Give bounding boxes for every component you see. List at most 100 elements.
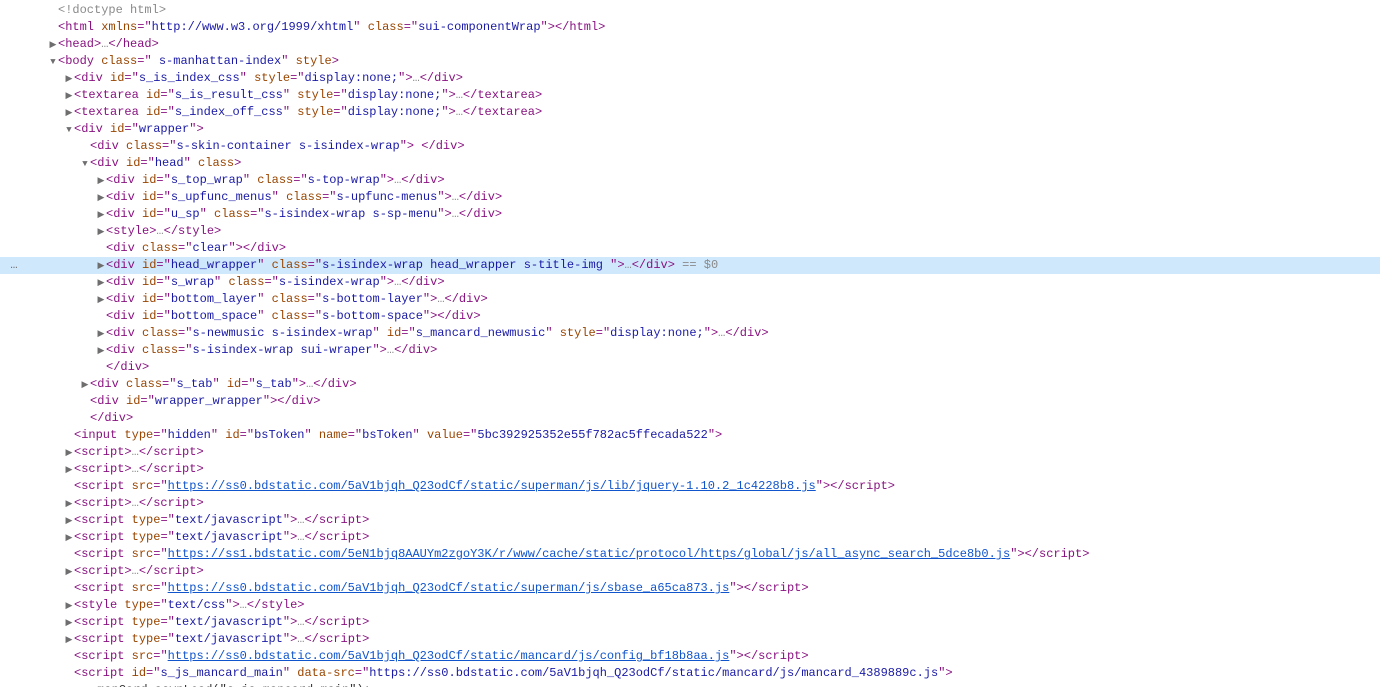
expand-arrow-icon: ▶ (48, 20, 58, 36)
dom-tree-row[interactable]: ▶<style type="text/css">…</style> (0, 597, 1380, 614)
node-content: <div id="s_top_wrap" class="s-top-wrap">… (106, 173, 445, 187)
node-content: <div class="clear"></div> (106, 241, 286, 255)
dom-tree-row[interactable]: … ▶<div id="head_wrapper" class="s-isinde… (0, 257, 1380, 274)
expand-arrow-icon: ▶ (80, 683, 90, 687)
expand-arrow-icon[interactable]: ▶ (80, 377, 90, 393)
node-content: <script>…</script> (74, 496, 204, 510)
dom-tree-row[interactable]: ▼<div id="head" class> (0, 155, 1380, 172)
expand-arrow-icon[interactable]: ▶ (64, 564, 74, 580)
dom-tree-row[interactable]: ▶<div class="s-newmusic s-isindex-wrap" … (0, 325, 1380, 342)
dom-tree-row[interactable]: ▶<div id="wrapper_wrapper"></div> (0, 393, 1380, 410)
dom-tree-row[interactable]: ▶</div> (0, 410, 1380, 427)
dom-tree-row[interactable]: ▶<script type="text/javascript">…</scrip… (0, 631, 1380, 648)
node-content: <div id="bottom_space" class="s-bottom-s… (106, 309, 481, 323)
node-content: <div id="s_upfunc_menus" class="s-upfunc… (106, 190, 502, 204)
expand-arrow-icon[interactable]: ▶ (96, 207, 106, 223)
expand-arrow-icon[interactable]: ▶ (48, 37, 58, 53)
node-content: <script>…</script> (74, 445, 204, 459)
expand-arrow-icon[interactable]: ▶ (96, 343, 106, 359)
dom-tree-row[interactable]: ▶<script>…</script> (0, 563, 1380, 580)
expand-arrow-icon[interactable]: ▶ (64, 496, 74, 512)
expand-arrow-icon: ▶ (64, 649, 74, 665)
dom-tree-row[interactable]: ▶<div class="clear"></div> (0, 240, 1380, 257)
dom-tree-row[interactable]: ▶<div id="s_is_index_css" style="display… (0, 70, 1380, 87)
dom-tree[interactable]: ▶<!doctype html>▶<html xmlns="http://www… (0, 0, 1380, 687)
node-content: <script type="text/javascript">…</script… (74, 615, 369, 629)
dom-tree-row[interactable]: ▶<html xmlns="http://www.w3.org/1999/xht… (0, 19, 1380, 36)
dom-tree-row[interactable]: ▶<div id="s_upfunc_menus" class="s-upfun… (0, 189, 1380, 206)
dom-tree-row[interactable]: ▶<textarea id="s_is_result_css" style="d… (0, 87, 1380, 104)
dom-tree-row[interactable]: ▶<script>…</script> (0, 444, 1380, 461)
node-content: <div class="s-isindex-wrap sui-wraper">…… (106, 343, 437, 357)
dom-tree-row[interactable]: ▶<script type="text/javascript">…</scrip… (0, 512, 1380, 529)
dom-tree-row[interactable]: ▶<script src="https://ss0.bdstatic.com/5… (0, 478, 1380, 495)
expand-arrow-icon[interactable]: ▶ (64, 530, 74, 546)
expand-arrow-icon[interactable]: ▶ (96, 292, 106, 308)
dom-tree-row[interactable]: ▶<input type="hidden" id="bsToken" name=… (0, 427, 1380, 444)
node-content: <script type="text/javascript">…</script… (74, 632, 369, 646)
expand-arrow-icon[interactable]: ▶ (64, 462, 74, 478)
expand-arrow-icon[interactable]: ▶ (64, 445, 74, 461)
node-content: <div class="s-newmusic s-isindex-wrap" i… (106, 326, 769, 340)
dom-tree-row[interactable]: ▶<script src="https://ss0.bdstatic.com/5… (0, 580, 1380, 597)
expand-arrow-icon[interactable]: ▶ (64, 615, 74, 631)
dom-tree-row[interactable]: ▶<div id="bottom_space" class="s-bottom-… (0, 308, 1380, 325)
gutter: … (0, 257, 28, 273)
node-content: <div id="s_wrap" class="s-isindex-wrap">… (106, 275, 445, 289)
node-content: <style type="text/css">…</style> (74, 598, 304, 612)
expand-arrow-icon[interactable]: ▶ (96, 258, 106, 274)
dom-tree-row[interactable]: ▶<div class="s-isindex-wrap sui-wraper">… (0, 342, 1380, 359)
dom-tree-row[interactable]: ▶<style>…</style> (0, 223, 1380, 240)
node-content: </div> (106, 360, 149, 374)
expand-arrow-icon[interactable]: ▶ (64, 71, 74, 87)
expand-arrow-icon: ▶ (64, 547, 74, 563)
script-src-link[interactable]: https://ss0.bdstatic.com/5aV1bjqh_Q23odC… (168, 581, 730, 595)
script-src-link[interactable]: https://ss1.bdstatic.com/5eN1bjq8AAUYm2z… (168, 547, 1011, 561)
expand-arrow-icon: ▶ (80, 394, 90, 410)
node-content: <script src="https://ss0.bdstatic.com/5a… (74, 479, 895, 493)
dom-tree-row[interactable]: ▶<head>…</head> (0, 36, 1380, 53)
node-content: <div id="head_wrapper" class="s-isindex-… (106, 258, 718, 272)
node-content: <script src="https://ss1.bdstatic.com/5e… (74, 547, 1089, 561)
expand-arrow-icon[interactable]: ▶ (96, 173, 106, 189)
expand-arrow-icon[interactable]: ▼ (80, 156, 90, 172)
dom-tree-row[interactable]: ▶<script>…</script> (0, 461, 1380, 478)
dom-tree-row[interactable]: ▶<script type="text/javascript">…</scrip… (0, 614, 1380, 631)
expand-arrow-icon[interactable]: ▶ (96, 326, 106, 342)
expand-arrow-icon[interactable]: ▶ (64, 105, 74, 121)
dom-tree-row[interactable]: ▶<div id="bottom_layer" class="s-bottom-… (0, 291, 1380, 308)
expand-arrow-icon: ▶ (64, 581, 74, 597)
expand-arrow-icon[interactable]: ▶ (64, 632, 74, 648)
script-src-link[interactable]: https://ss0.bdstatic.com/5aV1bjqh_Q23odC… (168, 479, 816, 493)
script-src-link[interactable]: https://ss0.bdstatic.com/5aV1bjqh_Q23odC… (168, 649, 730, 663)
expand-arrow-icon[interactable]: ▶ (96, 224, 106, 240)
expand-arrow-icon[interactable]: ▼ (64, 122, 74, 138)
expand-arrow-icon[interactable]: ▶ (64, 598, 74, 614)
dom-tree-row[interactable]: ▼<body class=" s-manhattan-index" style> (0, 53, 1380, 70)
expand-arrow-icon[interactable]: ▶ (64, 513, 74, 529)
dom-tree-row[interactable]: ▼<div id="wrapper"> (0, 121, 1380, 138)
expand-arrow-icon: ▶ (96, 360, 106, 376)
expand-arrow-icon[interactable]: ▼ (48, 54, 58, 70)
dom-tree-row[interactable]: ▶_manCard.asynLoad("s_js_mancard_main"); (0, 682, 1380, 687)
dom-tree-row[interactable]: ▶<div class="s_tab" id="s_tab">…</div> (0, 376, 1380, 393)
dom-tree-row[interactable]: ▶<script>…</script> (0, 495, 1380, 512)
expand-arrow-icon[interactable]: ▶ (64, 88, 74, 104)
node-content: <textarea id="s_is_result_css" style="di… (74, 88, 542, 102)
dom-tree-row[interactable]: ▶<!doctype html> (0, 2, 1380, 19)
node-content: <div id="head" class> (90, 156, 241, 170)
node-content: <div id="s_is_index_css" style="display:… (74, 71, 463, 85)
dom-tree-row[interactable]: ▶<script id="s_js_mancard_main" data-src… (0, 665, 1380, 682)
dom-tree-row[interactable]: ▶<script src="https://ss1.bdstatic.com/5… (0, 546, 1380, 563)
expand-arrow-icon: ▶ (96, 309, 106, 325)
expand-arrow-icon[interactable]: ▶ (96, 190, 106, 206)
expand-arrow-icon[interactable]: ▶ (96, 275, 106, 291)
dom-tree-row[interactable]: ▶</div> (0, 359, 1380, 376)
dom-tree-row[interactable]: ▶<div class="s-skin-container s-isindex-… (0, 138, 1380, 155)
dom-tree-row[interactable]: ▶<div id="s_top_wrap" class="s-top-wrap"… (0, 172, 1380, 189)
dom-tree-row[interactable]: ▶<div id="s_wrap" class="s-isindex-wrap"… (0, 274, 1380, 291)
dom-tree-row[interactable]: ▶<script src="https://ss0.bdstatic.com/5… (0, 648, 1380, 665)
dom-tree-row[interactable]: ▶<textarea id="s_index_off_css" style="d… (0, 104, 1380, 121)
dom-tree-row[interactable]: ▶<script type="text/javascript">…</scrip… (0, 529, 1380, 546)
dom-tree-row[interactable]: ▶<div id="u_sp" class="s-isindex-wrap s-… (0, 206, 1380, 223)
